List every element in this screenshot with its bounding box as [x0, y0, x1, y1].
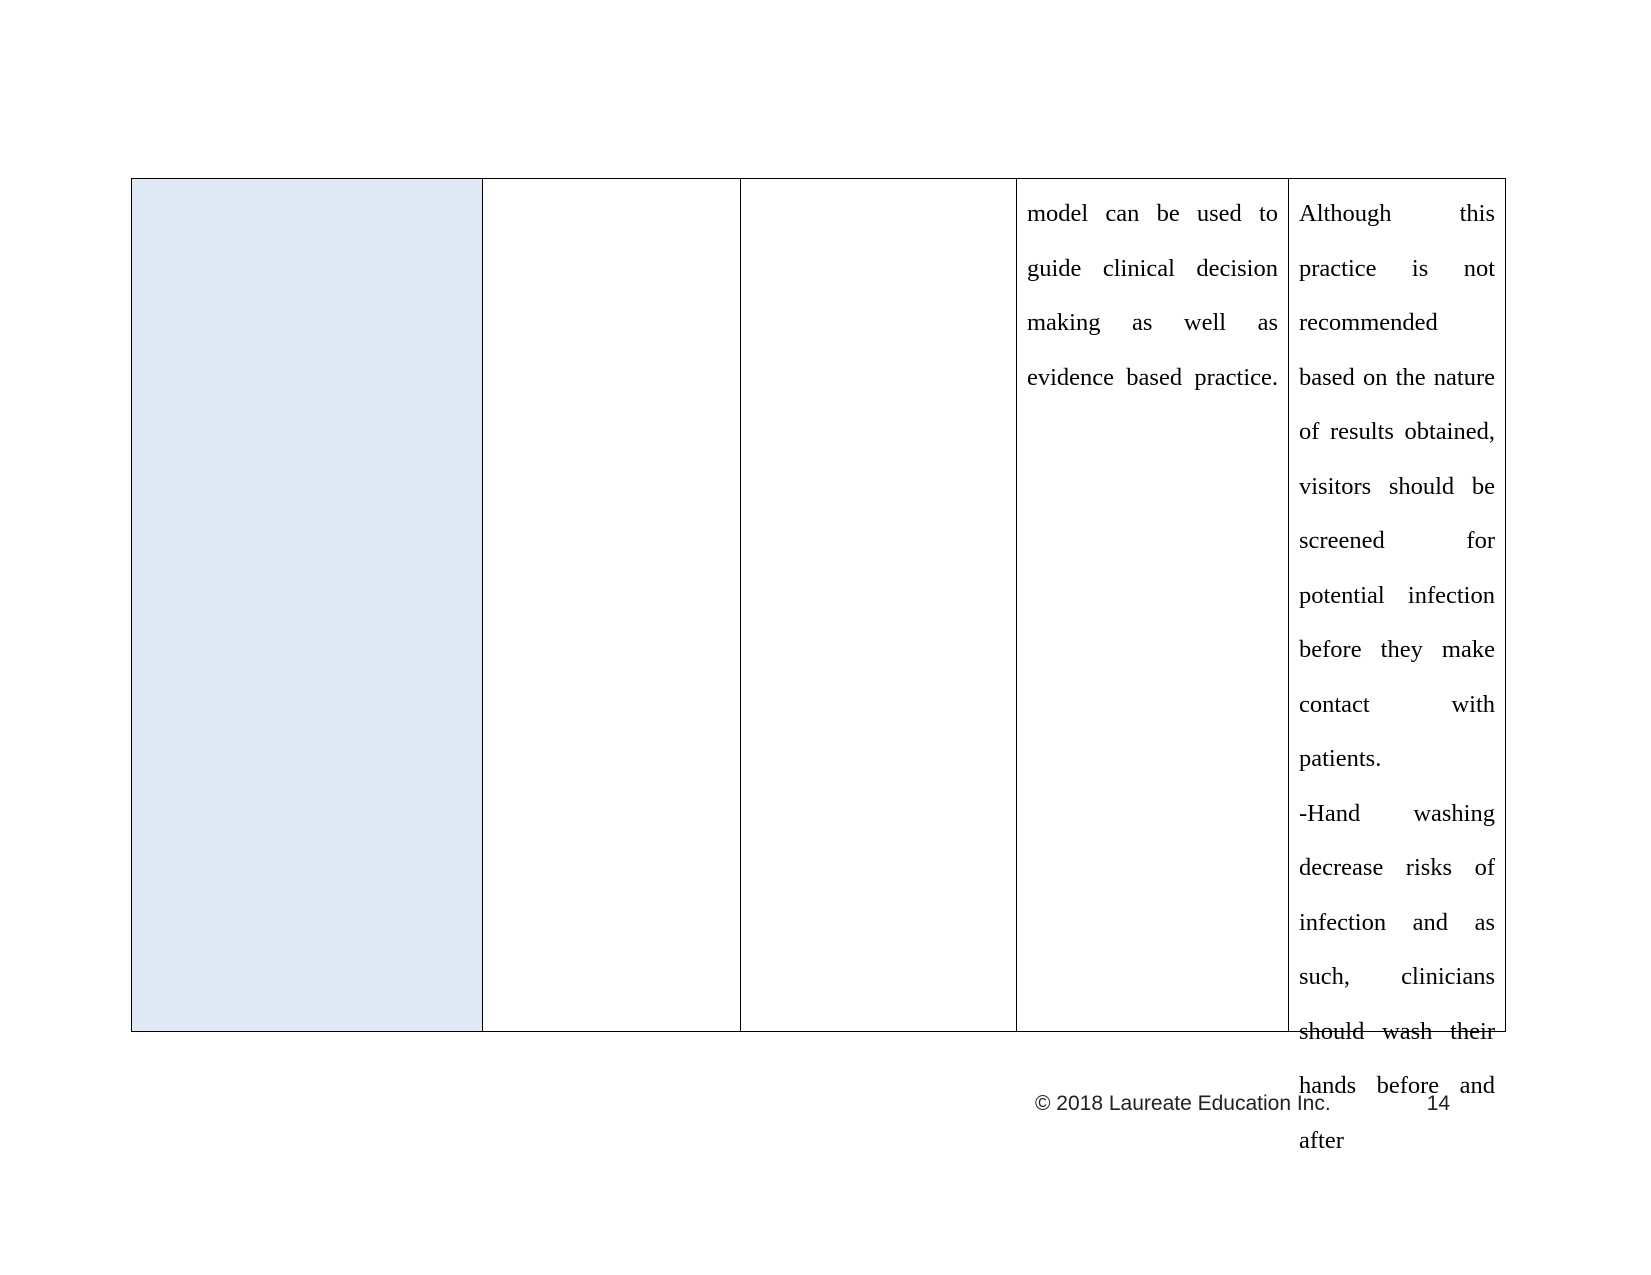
cell-text-column-4: model can be used to guide clinical deci… [1017, 179, 1288, 405]
paragraph-column-5-visitors: Although this practice is not recommende… [1299, 200, 1495, 772]
paragraph-column-4: model can be used to guide clinical deci… [1027, 200, 1278, 391]
page-footer: © 2018 Laureate Education Inc. 14 [0, 1092, 1651, 1152]
table-cell-column-5: Although this practice is not recommende… [1288, 178, 1506, 1154]
cell-text-column-1 [132, 179, 482, 187]
table-row: model can be used to guide clinical deci… [131, 178, 1506, 1154]
table-cell-column-1-shaded [131, 178, 483, 1032]
cell-text-column-2 [483, 179, 740, 187]
table-cell-column-2 [482, 178, 741, 1032]
table-cell-column-3 [740, 178, 1017, 1032]
footer-inner: © 2018 Laureate Education Inc. 14 [1035, 1092, 1450, 1116]
content-table: model can be used to guide clinical deci… [131, 178, 1506, 1154]
cell-text-column-3 [741, 179, 1016, 187]
table-cell-column-4: model can be used to guide clinical deci… [1016, 178, 1289, 1032]
cell-text-column-5: Although this practice is not recommende… [1289, 179, 1505, 1168]
document-page: model can be used to guide clinical deci… [0, 0, 1651, 1275]
footer-page-number: 14 [1426, 1092, 1451, 1115]
footer-copyright: © 2018 Laureate Education Inc. [1035, 1092, 1331, 1115]
